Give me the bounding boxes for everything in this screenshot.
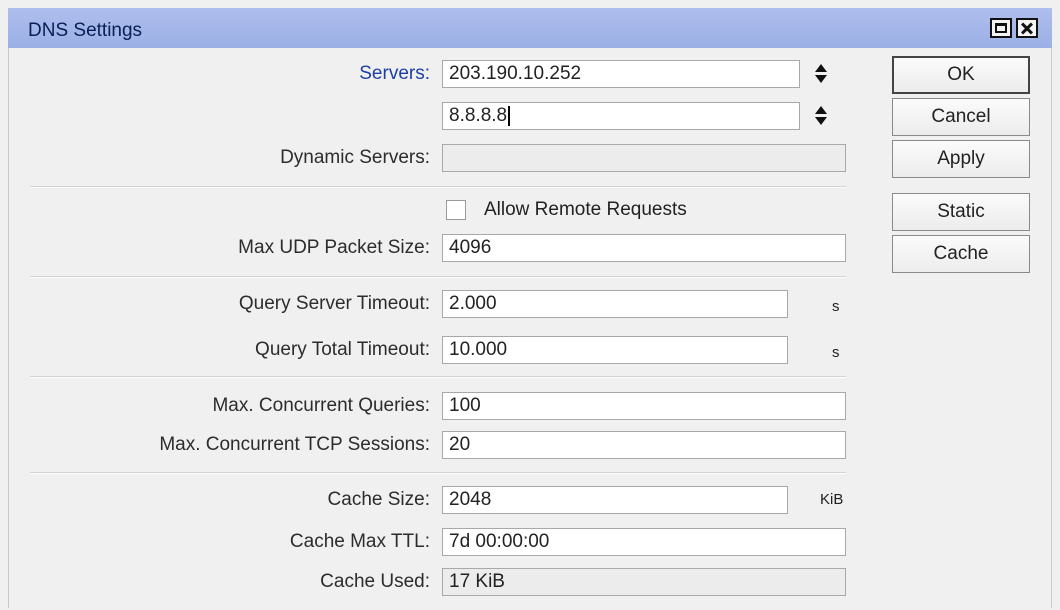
server-1-input[interactable]: 203.190.10.252 [442,60,800,88]
query-server-timeout-unit: s [832,298,840,315]
dynamic-servers-label: Dynamic Servers: [280,147,430,168]
max-concurrent-tcp-sessions-input[interactable]: 20 [442,431,846,459]
max-concurrent-queries-input[interactable]: 100 [442,392,846,420]
cache-size-unit: KiB [820,491,844,508]
separator [30,186,846,188]
max-udp-packet-size-input[interactable]: 4096 [442,234,846,262]
cache-size-input[interactable]: 2048 [442,486,788,514]
servers-label: Servers: [359,63,430,84]
cache-max-ttl-label: Cache Max TTL: [289,531,430,552]
separator [30,276,846,278]
window-title: DNS Settings [28,20,143,41]
cache-max-ttl-input[interactable]: 7d 00:00:00 [442,528,846,556]
cache-used-field: 17 KiB [442,568,846,596]
ok-button[interactable]: OK [892,56,1030,94]
separator [30,472,846,474]
static-button[interactable]: Static [892,193,1030,231]
query-total-timeout-unit: s [832,344,840,361]
separator [30,376,846,378]
maximize-icon[interactable] [990,18,1012,38]
cache-button[interactable]: Cache [892,235,1030,273]
server-2-spinner-icon[interactable] [814,105,828,127]
max-udp-packet-size-label: Max UDP Packet Size: [238,237,430,258]
allow-remote-requests-checkbox[interactable] [446,200,466,220]
query-total-timeout-input[interactable]: 10.000 [442,336,788,364]
server-1-spinner-icon[interactable] [814,63,828,85]
dns-settings-window: DNS Settings Servers: 203.190.10.252 8.8… [0,0,1060,610]
query-server-timeout-input[interactable]: 2.000 [442,290,788,318]
query-server-timeout-label: Query Server Timeout: [238,293,430,314]
max-concurrent-queries-label: Max. Concurrent Queries: [212,395,430,416]
cache-size-label: Cache Size: [327,489,430,510]
server-2-input[interactable]: 8.8.8.8 [442,102,800,130]
cache-used-label: Cache Used: [320,571,430,592]
dynamic-servers-field [442,144,846,172]
close-icon[interactable] [1016,18,1038,38]
query-total-timeout-label: Query Total Timeout: [255,339,430,360]
text-cursor [508,105,511,126]
max-concurrent-tcp-sessions-label: Max. Concurrent TCP Sessions: [159,434,430,455]
cancel-button[interactable]: Cancel [892,98,1030,136]
allow-remote-requests-label[interactable]: Allow Remote Requests [484,199,687,221]
title-bar[interactable]: DNS Settings [8,8,1052,48]
apply-button[interactable]: Apply [892,140,1030,178]
